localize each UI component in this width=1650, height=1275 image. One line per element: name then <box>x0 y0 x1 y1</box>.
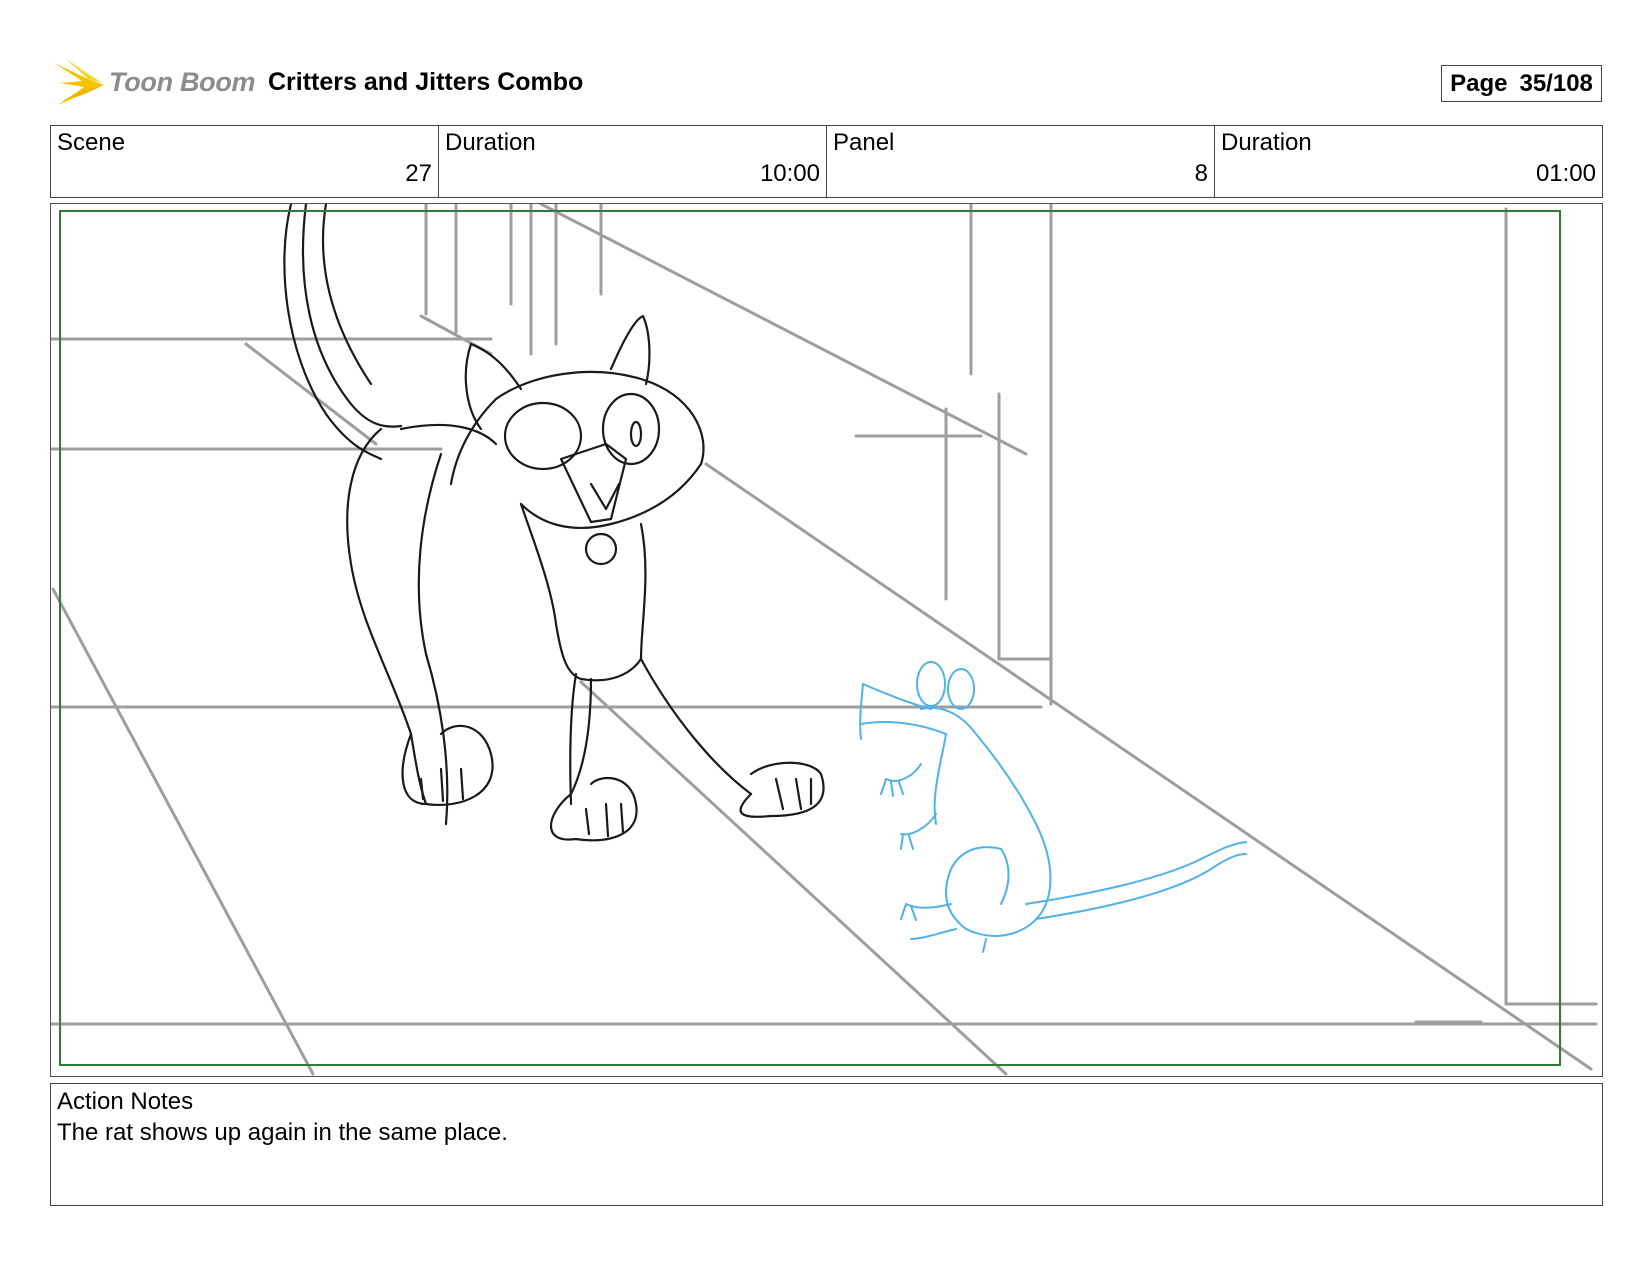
panel-duration-value: 01:00 <box>1535 160 1596 187</box>
cat-sketch <box>283 204 825 842</box>
starburst-icon <box>54 59 104 105</box>
panel-duration-label: Duration <box>1221 129 1312 156</box>
panel-duration-cell: Duration 01:00 <box>1215 126 1602 197</box>
action-notes-label: Action Notes <box>57 1088 194 1115</box>
storyboard-panel <box>50 203 1603 1077</box>
scene-duration-cell: Duration 10:00 <box>439 126 827 197</box>
page-number: 35/108 <box>1519 69 1593 97</box>
panel-value: 8 <box>1194 160 1208 187</box>
page-label: Page <box>1450 69 1508 97</box>
scene-duration-label: Duration <box>445 129 536 156</box>
panel-cell: Panel 8 <box>827 126 1215 197</box>
action-notes-box: Action Notes The rat shows up again in t… <box>50 1083 1603 1206</box>
background-sketch <box>51 204 1598 1076</box>
scene-cell: Scene 27 <box>51 126 439 197</box>
rat-sketch <box>859 661 1247 953</box>
logo-wordmark: Toon Boom <box>109 67 256 97</box>
scene-duration-value: 10:00 <box>759 160 820 187</box>
action-notes-text: The rat shows up again in the same place… <box>57 1119 508 1146</box>
scene-info-row: Scene 27 Duration 10:00 Panel 8 Duration… <box>50 125 1603 198</box>
project-title: Critters and Jitters Combo <box>268 68 584 96</box>
page-counter: Page 35/108 <box>1441 65 1602 102</box>
scene-label: Scene <box>57 129 126 156</box>
panel-label: Panel <box>833 129 895 156</box>
panel-sketch <box>51 204 1598 1076</box>
toon-boom-logo: Toon Boom <box>52 55 256 111</box>
scene-value: 27 <box>405 160 432 187</box>
